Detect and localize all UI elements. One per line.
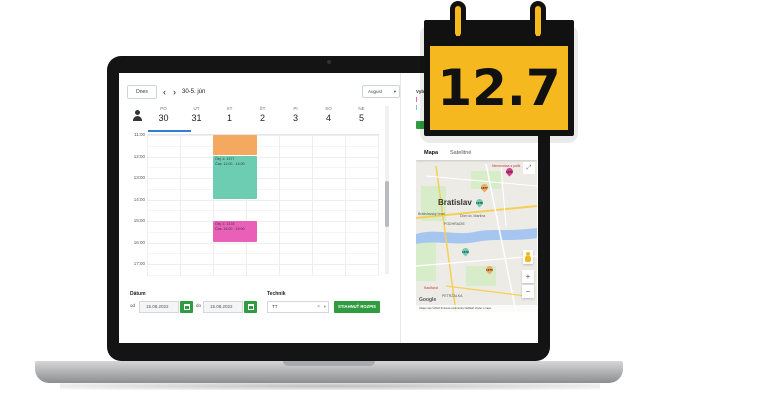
panel-divider [400, 73, 401, 343]
tab-satellite[interactable]: Satelitné [450, 146, 471, 160]
day-number: 5 [358, 113, 364, 123]
day-number: 30 [158, 113, 169, 123]
map-place-label: Nemocnica s polik [492, 164, 521, 168]
binder-ring-icon [450, 1, 466, 41]
day-number: 31 [191, 113, 202, 123]
calendar-icon[interactable] [180, 301, 193, 313]
chevron-right-icon[interactable]: › [173, 85, 176, 99]
day-header[interactable]: PI 3 [279, 106, 312, 124]
technician-select[interactable]: TT × ▾ [267, 301, 329, 313]
export-form: Dátum od 15.08.2022 do 15.08.2022 Techni… [127, 289, 407, 319]
marker-label: 1377 [481, 186, 488, 190]
map[interactable]: Mapa Satelitné ⤢ Bratislav Nemocnica s p… [416, 146, 537, 312]
map-place-label: Dóm sv. Martina [460, 214, 486, 218]
today-button[interactable]: Dnes [127, 85, 157, 99]
current-time-bar [148, 130, 191, 132]
badge-value: 12.7 [437, 59, 561, 117]
google-logo: Google [419, 297, 437, 303]
zoom-out-button[interactable]: − [522, 285, 534, 298]
laptop-shadow [60, 382, 600, 390]
map-place-label: PETRŽALKA [442, 294, 463, 298]
street-view-icon[interactable] [523, 250, 533, 264]
scrollbar-thumb[interactable] [385, 181, 389, 227]
map-place-label: PODHRADIE [444, 222, 465, 226]
marker-label: 1379 [462, 250, 469, 254]
calendar-badge-icon: 12.7 [424, 20, 574, 136]
zoom-in-button[interactable]: + [522, 270, 534, 283]
date-from-input[interactable]: 15.08.2022 [139, 301, 179, 313]
day-header[interactable]: UT 31 [180, 106, 213, 124]
hour-label: 12:00 [133, 153, 145, 159]
day-header[interactable]: NE 5 [345, 106, 378, 124]
day-number: 3 [292, 113, 298, 123]
binder-ring-icon [530, 1, 546, 41]
grid-column-line [180, 135, 181, 276]
event-time: Čas: 15:00 - 16:00 [215, 226, 245, 231]
marker-label: 1375 [486, 268, 493, 272]
month-select[interactable]: August ▾ [362, 85, 400, 98]
tab-map[interactable]: Mapa [424, 146, 438, 160]
download-schedule-button[interactable]: STIAHNUŤ ROZPIS [334, 301, 380, 313]
map-footer: Údaje máp ©2022 Zmluvné podmienky Nahlás… [416, 305, 537, 312]
chevron-down-icon: ▾ [323, 304, 326, 309]
hour-label: 17:00 [133, 261, 145, 266]
grid-column-line [312, 135, 313, 276]
day-header[interactable]: ŠT 2 [246, 106, 279, 124]
week-calendar: PO 30 UT 31 ST 1 ŠT 2 PI 3 SO 4 NE 5 Obj. č. 1377 Čas… [127, 106, 387, 276]
marker-label: 1378 [476, 201, 483, 205]
event-time: Čas: 12:00 - 14:00 [215, 161, 245, 166]
technician-label: Technik [267, 291, 286, 297]
day-number: 1 [226, 113, 232, 123]
chevron-down-icon: ▾ [393, 89, 396, 94]
day-number: 4 [325, 113, 331, 123]
day-header[interactable]: ST 1 [213, 106, 246, 124]
calendar-icon[interactable] [244, 301, 257, 313]
calendar-grid[interactable]: Obj. č. 1377 Čas: 12:00 - 14:00 Obj. č. … [134, 132, 379, 276]
month-select-value: August [368, 89, 383, 94]
stage: Dnes ‹ › 30-5. jún August ▾ PO 30 UT 31 ST 1 Š… [0, 0, 770, 400]
hour-label: 14:00 [133, 196, 145, 202]
map-city-label: Bratislav [438, 198, 472, 207]
grid-column-line [345, 135, 346, 276]
marker-label: 1376 [506, 170, 513, 174]
chevron-left-icon[interactable]: ‹ [163, 85, 166, 99]
hour-label: 16:00 [133, 239, 145, 245]
hour-label: 11:00 [134, 132, 145, 137]
grid-column-line [378, 135, 379, 276]
map-tabs: Mapa Satelitné [416, 146, 537, 160]
technician-value: TT [272, 304, 278, 309]
map-place-label: Bratislavský hrad [418, 212, 445, 216]
calendar-event[interactable]: Obj. č. 1377 Čas: 12:00 - 14:00 [213, 156, 257, 199]
grid-column-line [147, 135, 148, 276]
calendar-event[interactable] [213, 135, 257, 155]
webcam [327, 60, 331, 64]
hour-label: 13:00 [133, 175, 145, 180]
hour-label: 15:00 [133, 218, 145, 223]
day-number: 2 [259, 113, 265, 123]
fullscreen-icon[interactable]: ⤢ [523, 162, 535, 174]
to-label: do [196, 303, 202, 308]
laptop-notch [283, 361, 375, 366]
date-range: 30-5. jún [182, 89, 206, 95]
day-header[interactable]: PO 30 [147, 106, 180, 124]
date-to-input[interactable]: 15.08.2022 [203, 301, 243, 313]
map-place-label: Kaufland [424, 286, 438, 290]
date-label: Dátum [130, 291, 146, 297]
from-label: od [130, 303, 136, 308]
calendar-event[interactable]: Obj. č. 1378 Čas: 15:00 - 16:00 [213, 221, 257, 242]
grid-column-line [279, 135, 280, 276]
day-header[interactable]: SO 4 [312, 106, 345, 124]
clear-icon[interactable]: × [317, 302, 320, 312]
user-icon [133, 110, 143, 122]
